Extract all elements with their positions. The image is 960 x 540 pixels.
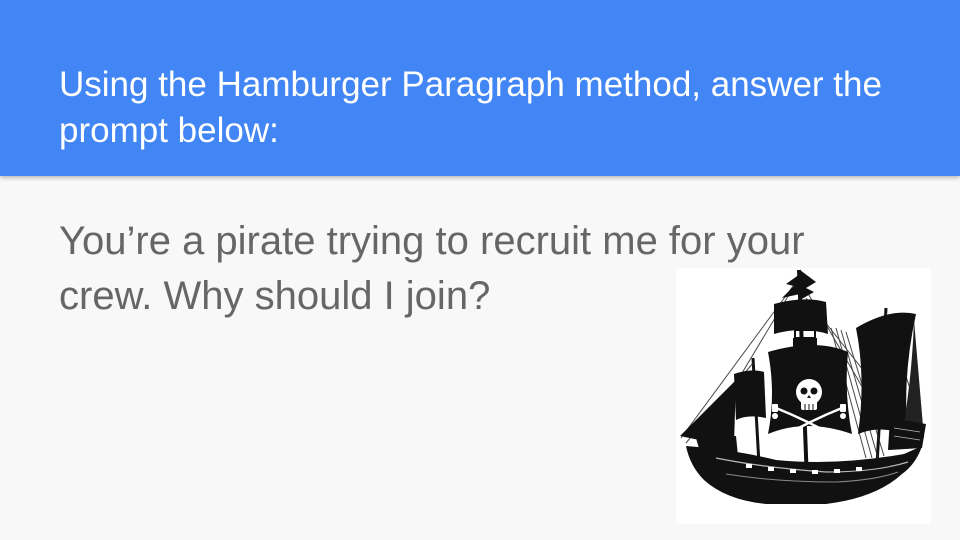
pirate-ship-icon: [676, 268, 931, 524]
title-band: Using the Hamburger Paragraph method, an…: [0, 0, 960, 176]
slide: Using the Hamburger Paragraph method, an…: [0, 0, 960, 540]
slide-title: Using the Hamburger Paragraph method, an…: [59, 65, 882, 150]
pirate-ship-image: [676, 268, 931, 524]
